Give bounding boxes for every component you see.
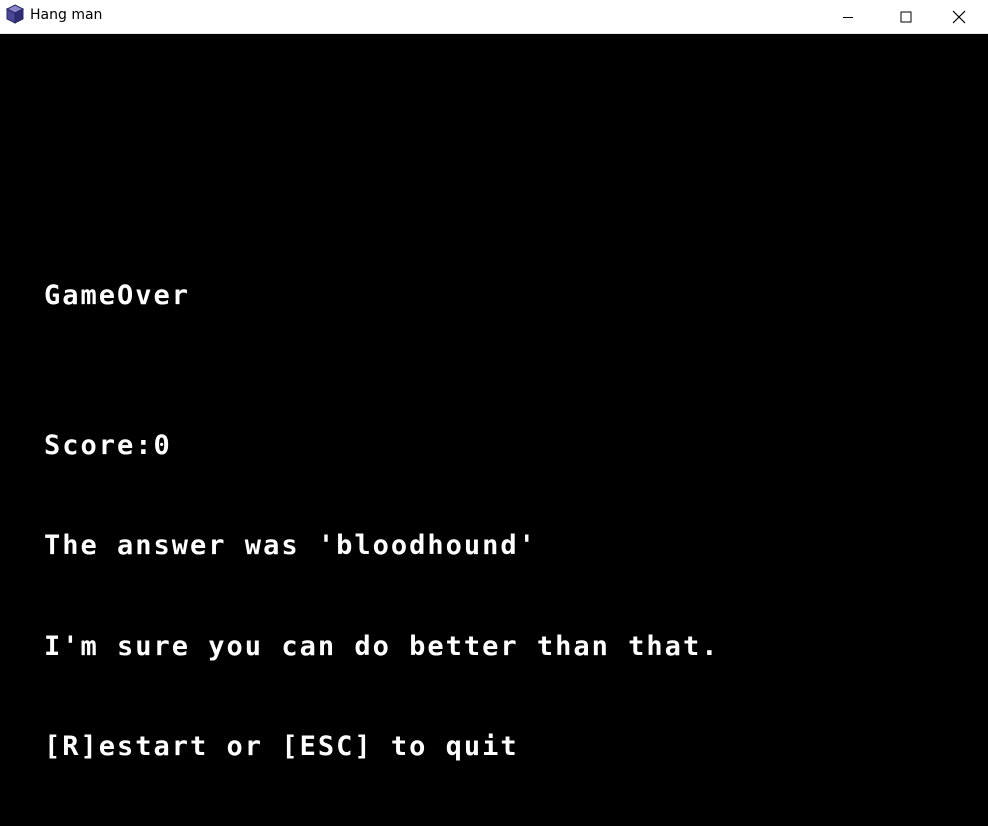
app-window: Hang man GameOver Score:0 The answer was…: [0, 0, 988, 826]
answer-text: The answer was 'bloodhound': [44, 530, 537, 561]
window-title: Hang man: [30, 7, 103, 23]
minimize-button[interactable]: [819, 0, 877, 33]
score-text: Score:0: [44, 430, 172, 461]
title-bar[interactable]: Hang man: [0, 0, 988, 34]
cube-app-icon: [5, 4, 25, 24]
encouragement-text: I'm sure you can do better than that.: [44, 631, 720, 662]
maximize-button[interactable]: [877, 0, 935, 33]
close-button[interactable]: [930, 0, 988, 33]
maximize-icon: [900, 11, 912, 22]
game-screen[interactable]: GameOver Score:0 The answer was 'bloodho…: [0, 34, 988, 826]
minimize-icon: [843, 16, 853, 18]
game-over-title: GameOver: [44, 280, 191, 311]
close-icon: [952, 10, 966, 23]
restart-prompt: [R]estart or [ESC] to quit: [44, 731, 519, 762]
